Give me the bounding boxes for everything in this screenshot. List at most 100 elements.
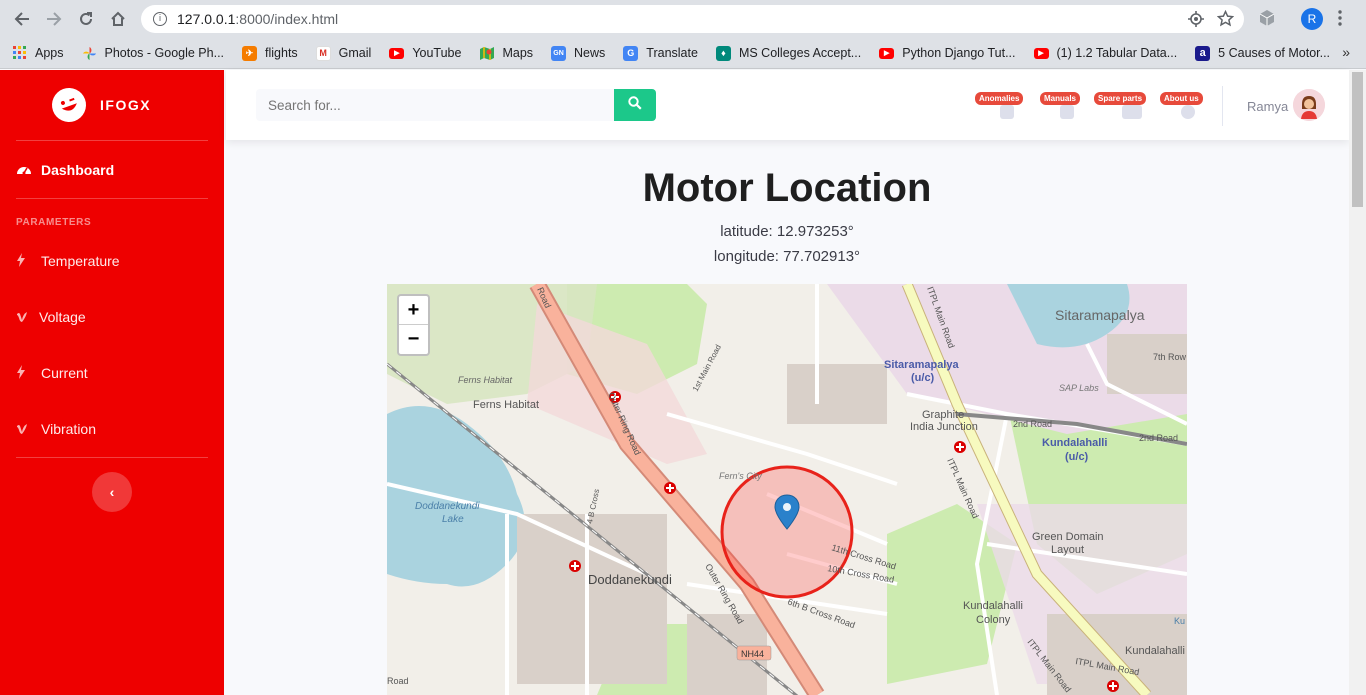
bookmark-icon: a [1195,45,1211,61]
bookmark-maps[interactable]: Maps [479,46,533,61]
reload-icon[interactable] [70,3,102,35]
site-info-icon[interactable]: i [153,12,167,26]
sidebar-item-label: Dashboard [41,161,115,178]
map-label: Ku [1174,616,1185,626]
bookmark-news[interactable]: GN News [551,45,605,61]
sidebar-item-label: Voltage [39,309,86,325]
sidebar-item-label: Current [41,365,88,381]
zoom-control: + − [397,294,430,356]
anomalies-badge[interactable]: Anomalies [975,92,1024,105]
page-scrollbar[interactable] [1349,70,1366,695]
zoom-in-button[interactable]: + [399,296,428,325]
map-label: Kundalahalli [963,600,1023,612]
map-label: Doddanekundi [588,572,672,587]
spare-parts-badge[interactable]: Spare parts [1094,92,1147,105]
sidebar-toggle-button[interactable]: ‹ [92,472,132,512]
map-label: 7th Row [1153,352,1187,362]
bookmarks-overflow-icon[interactable]: » [1342,44,1350,60]
chevron-left-icon: ‹ [109,484,115,500]
youtube-icon: ▶ [389,47,405,59]
page-title: Motor Location [642,166,932,210]
sidebar-item-voltage[interactable]: Voltage [0,289,224,345]
zoom-out-button[interactable]: − [399,325,428,354]
bell-icon[interactable] [1000,105,1014,119]
back-arrow-icon[interactable] [6,3,38,35]
sidebar-item-temperature[interactable]: Temperature [0,233,224,289]
map-label: Road [387,676,409,686]
bookmark-star-icon[interactable] [1216,9,1235,32]
address-bar[interactable]: i 127.0.0.1:8000/index.html [141,5,1244,33]
bookmark-translate[interactable]: G Translate [623,45,698,61]
youtube-icon: ▶ [879,47,895,59]
extension-cube-icon[interactable] [1259,9,1275,27]
bookmark-motor[interactable]: a 5 Causes of Motor... [1195,45,1330,61]
youtube-icon: ▶ [1033,47,1049,59]
location-target-icon[interactable] [1188,11,1204,32]
apps-grid-icon [12,46,27,61]
sidebar-item-dashboard[interactable]: Dashboard [0,141,224,198]
bookmark-django[interactable]: ▶ Python Django Tut... [879,46,1016,60]
sidebar-item-current[interactable]: Current [0,345,224,401]
map-label: (u/c) [911,372,935,384]
accuracy-circle[interactable] [720,465,854,599]
map-label: Fern's City [719,471,762,481]
cogs-icon[interactable] [1122,105,1142,119]
home-icon[interactable] [102,3,134,35]
flights-icon: ✈ [242,45,258,61]
bookmark-photos[interactable]: Photos - Google Ph... [82,46,224,61]
bookmarks-bar: Apps Photos - Google Ph... ✈ flights M G… [0,38,1366,69]
profile-avatar[interactable]: R [1301,8,1323,30]
bookmark-icon: ♦ [715,45,731,61]
map-label: Graphite [922,409,964,421]
sidebar-heading: PARAMETERS [16,217,92,228]
search-input[interactable] [256,89,614,121]
topbar: Anomalies Manuals Spare parts About us R… [226,70,1349,140]
brand-name: IFOGX [100,97,152,113]
bookmark-flights[interactable]: ✈ flights [242,45,298,61]
map-label: SAP Labs [1059,383,1099,393]
news-icon: GN [551,45,567,61]
map-label: Sitaramapalya [884,359,959,371]
bookmark-apps[interactable]: Apps [12,46,64,61]
search-button[interactable] [614,89,656,121]
map-label: Sitaramapalya [1055,307,1145,323]
map-view[interactable]: Sitaramapalya Sitaramapalya (u/c) 7th Ro… [387,284,1187,695]
map-label: 2nd Road [1013,419,1052,429]
tachometer-icon [16,162,36,178]
google-photos-icon [82,46,97,61]
bookmark-gmail[interactable]: M Gmail [315,45,371,61]
sidebar-item-label: Temperature [41,253,120,269]
bookmark-youtube[interactable]: ▶ YouTube [389,46,461,60]
brand[interactable]: IFOGX [0,70,224,140]
topbar-divider [1222,86,1223,126]
menu-kebab-icon[interactable] [1338,10,1342,26]
map-label: Lake [442,514,464,525]
search-form [256,89,656,121]
book-icon[interactable] [1060,105,1074,119]
map-label: Green Domain [1032,531,1104,543]
latitude-text: latitude: 12.973253° [720,223,854,240]
map-label: Layout [1051,544,1084,556]
map-label: Kundalahalli [1125,645,1185,657]
map-label: 2nd Road [1139,433,1178,443]
browser-toolbar: i 127.0.0.1:8000/index.html R [0,0,1366,38]
search-icon [628,95,642,115]
scrollbar-thumb[interactable] [1352,72,1363,207]
bookmark-tabular[interactable]: ▶ (1) 1.2 Tabular Data... [1033,46,1177,60]
map-label: Doddanekundi [415,501,480,512]
sidebar-divider [16,457,208,458]
url-text: 127.0.0.1:8000/index.html [177,11,339,27]
maps-icon [479,46,494,61]
forward-arrow-icon[interactable] [38,3,70,35]
translate-icon: G [623,45,639,61]
sidebar-item-vibration[interactable]: Vibration [0,401,224,457]
longitude-text: longitude: 77.702913° [713,248,861,265]
vimeo-v-icon [17,310,34,325]
info-circle-icon[interactable] [1181,105,1195,119]
user-avatar[interactable] [1293,89,1325,121]
manuals-badge[interactable]: Manuals [1040,92,1081,105]
about-us-badge[interactable]: About us [1160,92,1203,105]
user-name[interactable]: Ramya [1247,99,1288,114]
bookmark-ms-colleges[interactable]: ♦ MS Colleges Accept... [715,45,861,61]
sidebar: IFOGX Dashboard PARAMETERS Temperature V… [0,70,224,695]
